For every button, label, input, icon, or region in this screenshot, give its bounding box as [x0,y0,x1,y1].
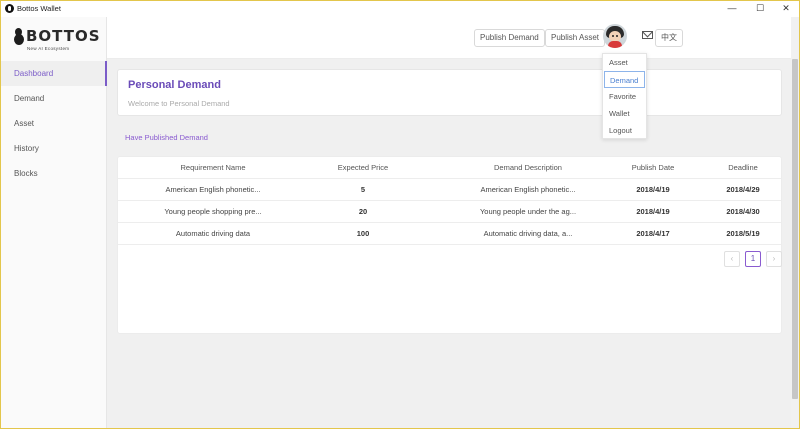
menu-item-favorite[interactable]: Favorite [603,88,646,105]
logo-wordmark: BOTTOS [26,27,101,45]
page-header-card: Personal Demand Welcome to Personal Dema… [117,69,782,116]
publish-date-cell: 2018/4/19 [636,185,670,194]
minimize-button[interactable]: — [719,2,745,15]
column-header[interactable]: Expected Price [298,157,428,179]
sidebar-item-blocks[interactable]: Blocks [1,161,107,186]
column-header[interactable]: Deadline [708,157,778,179]
expected-price-cell: 100 [356,229,370,238]
column-header[interactable]: Publish Date [598,157,708,179]
table-row[interactable]: American English phonetic... 5 American … [118,179,781,201]
app-window: Bottos Wallet — ☐ ✕ BOTTOS New AI Ecosys… [0,0,800,429]
menu-item-wallet[interactable]: Wallet [603,105,646,122]
publish-asset-button[interactable]: Publish Asset [545,29,606,47]
menu-item-demand[interactable]: Demand [604,71,645,88]
section-label: Have Published Demand [125,133,208,142]
menu-item-logout[interactable]: Logout [603,122,646,139]
scrollbar-thumb[interactable] [792,59,798,399]
table-row[interactable]: Automatic driving data 100 Automatic dri… [118,223,781,245]
column-header[interactable]: Requirement Name [128,157,298,179]
sidebar-item-asset[interactable]: Asset [1,111,107,136]
prev-page-button[interactable]: ‹ [724,251,740,267]
expected-price-cell: 20 [358,207,368,216]
page-1-button[interactable]: 1 [745,251,761,267]
language-button[interactable]: 中文 [655,29,683,47]
bottos-mark-icon [14,28,24,45]
logo-tagline: New AI Ecosystem [27,46,70,51]
demand-table: Requirement Name Expected Price Demand D… [117,156,782,334]
publish-demand-button[interactable]: Publish Demand [474,29,545,47]
app-logo-icon [5,4,14,13]
sidebar-nav: Dashboard Demand Asset History Blocks [1,61,107,186]
deadline-cell: 2018/4/29 [726,185,760,194]
table-row[interactable]: Young people shopping pre... 20 Young pe… [118,201,781,223]
user-menu-dropdown: Asset Demand Favorite Wallet Logout [602,53,647,139]
mail-icon[interactable] [642,31,653,39]
main-content: Personal Demand Welcome to Personal Dema… [107,59,791,428]
close-button[interactable]: ✕ [773,2,799,15]
top-header: Publish Demand Publish Asset 中文 [107,17,791,59]
sidebar-item-demand[interactable]: Demand [1,86,107,111]
requirement-name-cell: Automatic driving data [175,229,251,238]
bottos-logo: BOTTOS New AI Ecosystem [14,27,104,61]
requirement-name-cell: American English phonetic... [165,185,261,194]
sidebar: BOTTOS New AI Ecosystem Dashboard Demand… [1,17,107,428]
requirement-name-cell: Young people shopping pre... [164,207,262,216]
page-title: Personal Demand [128,79,221,91]
sidebar-item-history[interactable]: History [1,136,107,161]
title-bar: Bottos Wallet — ☐ ✕ [1,1,799,17]
publish-date-cell: 2018/4/17 [636,229,670,238]
menu-item-asset[interactable]: Asset [603,54,646,71]
table-header-row: Requirement Name Expected Price Demand D… [118,157,781,179]
page-subtitle: Welcome to Personal Demand [128,99,230,108]
publish-date-cell: 2018/4/19 [636,207,670,216]
maximize-button[interactable]: ☐ [747,2,773,15]
sidebar-item-dashboard[interactable]: Dashboard [1,61,107,86]
expected-price-cell: 5 [360,185,366,194]
deadline-cell: 2018/5/19 [726,229,760,238]
next-page-button[interactable]: › [766,251,782,267]
vertical-scrollbar[interactable] [791,17,799,428]
deadline-cell: 2018/4/30 [726,207,760,216]
window-title: Bottos Wallet [17,4,61,13]
user-avatar[interactable] [603,24,627,48]
